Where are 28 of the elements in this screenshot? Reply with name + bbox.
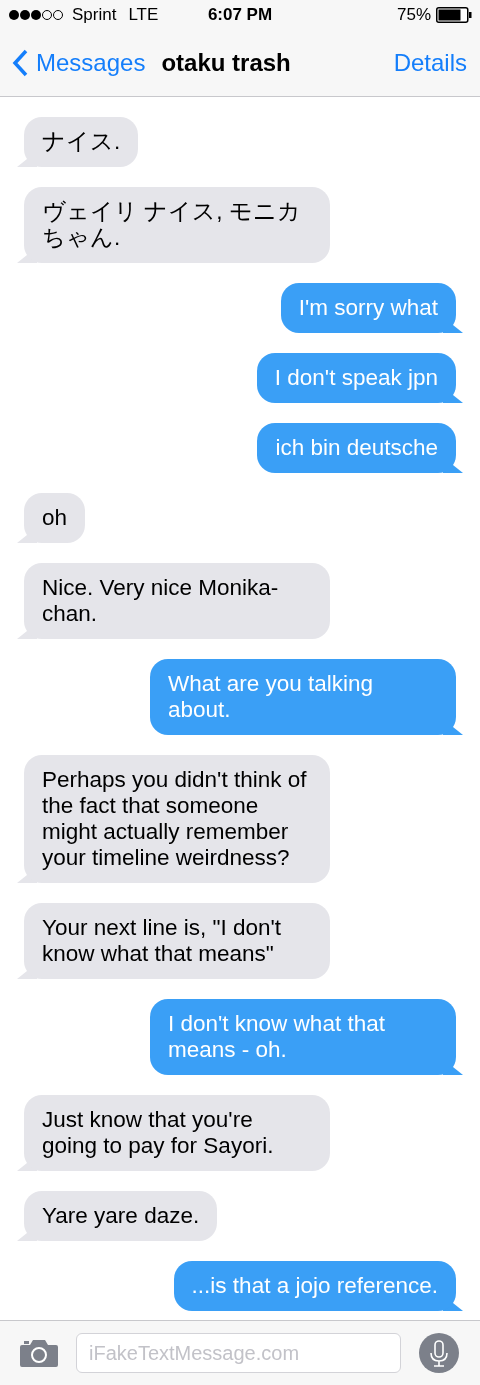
- chevron-icon: [12, 49, 28, 77]
- sent-message-bubble: What are you talking about.: [150, 659, 456, 735]
- sent-message-bubble: I don't speak jpn: [256, 353, 456, 403]
- message-input[interactable]: iFakeTextMessage.com: [76, 1333, 401, 1373]
- back-button[interactable]: Messages: [12, 49, 146, 77]
- sent-message-bubble: I don't know what that means - oh.: [150, 999, 456, 1075]
- conversation-title: otaku trash: [161, 49, 292, 77]
- sent-message-bubble: I'm sorry what: [280, 283, 456, 333]
- received-message-bubble: ヴェイリ ナイス, モニカちゃん.: [24, 187, 330, 263]
- network-type: LTE: [128, 5, 159, 25]
- signal-icon: [8, 9, 66, 21]
- received-message-bubble: ナイス.: [24, 117, 139, 167]
- received-message-bubble: Yare yare daze.: [24, 1191, 218, 1241]
- battery-icon: [436, 7, 472, 23]
- received-message-bubble: Nice. Very nice Monika-chan.: [24, 563, 330, 639]
- details-link[interactable]: Details: [393, 49, 467, 77]
- received-message-bubble: oh: [24, 493, 86, 543]
- back-label[interactable]: Messages: [36, 49, 146, 77]
- received-message-bubble: Your next line is, "I don't know what that means": [24, 903, 330, 979]
- carrier-name: Sprint: [72, 5, 117, 25]
- battery-percent: 75%: [396, 5, 431, 25]
- sent-message-bubble: ...is that a jojo reference.: [173, 1261, 456, 1311]
- status-time: 6:07 PM: [207, 5, 273, 25]
- received-message-bubble: Perhaps you didn't think of the fact that someone might actually remember your timeline weirdness?: [24, 755, 330, 883]
- microphone-icon[interactable]: [419, 1333, 459, 1373]
- received-message-bubble: Just know that you're going to pay for Sayori.: [24, 1095, 330, 1171]
- sent-message-bubble: ich bin deutsche: [257, 423, 456, 473]
- camera-icon[interactable]: [20, 1339, 58, 1367]
